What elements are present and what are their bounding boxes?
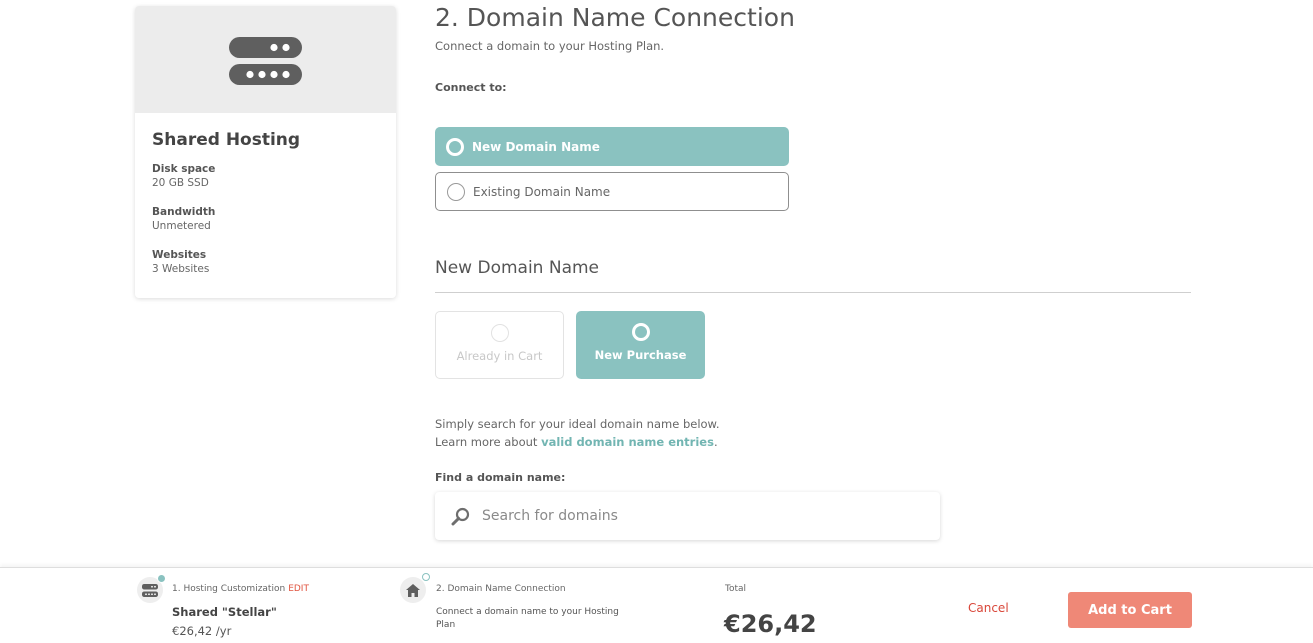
server-icon <box>142 583 158 597</box>
cancel-button[interactable]: Cancel <box>968 601 1009 615</box>
step1-label: 1. Hosting Customization EDIT <box>172 584 309 594</box>
connect-to-label: Connect to: <box>435 81 507 94</box>
home-icon <box>406 583 420 597</box>
domain-search-box[interactable] <box>435 492 940 540</box>
option-existing-domain-name-label: Existing Domain Name <box>473 184 611 199</box>
step2-label: 2. Domain Name Connection <box>436 584 566 594</box>
spec-value-websites: 3 Websites <box>152 263 210 275</box>
option-existing-domain-name[interactable]: Existing Domain Name <box>435 172 789 211</box>
spec-value-disk: 20 GB SSD <box>152 177 209 189</box>
domain-search-input[interactable] <box>482 508 882 524</box>
help-text-suffix: . <box>713 435 718 449</box>
radio-selected-icon <box>631 323 650 341</box>
radio-unselected-icon <box>447 182 465 201</box>
spec-value-bandwidth: Unmetered <box>152 220 211 232</box>
tile-new-purchase[interactable]: New Purchase <box>576 311 705 379</box>
cart-summary-bar: 1. Hosting Customization EDIT Shared "Ste… <box>0 567 1313 643</box>
pending-badge-icon <box>422 573 430 581</box>
option-new-domain-name-label: New Domain Name <box>472 139 600 154</box>
product-card-header <box>135 6 396 113</box>
page-subtitle: Connect a domain to your Hosting Plan. <box>435 39 665 53</box>
product-title: Shared Hosting <box>152 130 301 150</box>
option-new-domain-name[interactable]: New Domain Name <box>435 127 789 166</box>
section-divider <box>435 292 1191 293</box>
find-domain-label: Find a domain name: <box>435 471 566 484</box>
check-badge-icon <box>157 574 166 583</box>
spec-label-disk: Disk space <box>152 163 216 175</box>
step1-icon-wrap <box>137 574 166 603</box>
step2-description: Connect a domain name to your Hosting Pl… <box>436 607 619 630</box>
spec-label-websites: Websites <box>152 249 207 261</box>
help-text-line1: Simply search for your ideal domain name… <box>435 417 720 431</box>
help-text-line2: Learn more about valid domain name entri… <box>435 435 718 449</box>
product-card: Shared Hosting Disk space 20 GB SSD Band… <box>135 6 396 298</box>
step2-icon-wrap <box>400 573 430 603</box>
product-card-body: Shared Hosting Disk space 20 GB SSD Band… <box>135 113 396 276</box>
search-icon <box>451 507 470 525</box>
step1-label-text: 1. Hosting Customization <box>172 584 286 594</box>
valid-domain-entries-link[interactable]: valid domain name entries <box>541 435 714 449</box>
help-text-prefix: Learn more about <box>435 435 542 449</box>
step1-edit-link[interactable]: EDIT <box>288 584 309 594</box>
spec-label-bandwidth: Bandwidth <box>152 206 216 218</box>
tile-already-in-cart-label: Already in Cart <box>456 349 543 363</box>
page-title: 2. Domain Name Connection <box>435 3 795 32</box>
tile-new-purchase-label: New Purchase <box>594 348 687 362</box>
radio-selected-icon <box>446 137 464 156</box>
tile-already-in-cart: Already in Cart <box>435 311 564 379</box>
step1-plan-name: Shared "Stellar" <box>172 605 277 619</box>
add-to-cart-button[interactable]: Add to Cart <box>1068 592 1192 628</box>
section-title-new-domain: New Domain Name <box>435 258 600 278</box>
step1-plan-price: €26,42 /yr <box>172 624 232 638</box>
server-icon <box>229 37 302 85</box>
total-label: Total <box>725 584 747 594</box>
total-value: €26,42 <box>724 610 817 638</box>
radio-disabled-icon <box>490 324 509 342</box>
